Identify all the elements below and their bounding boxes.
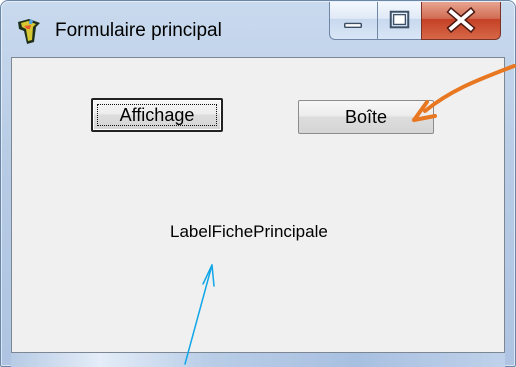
minimize-icon [344,22,363,29]
screenshot-stage: Formulaire principal Affichage Boîte Lab… [0,0,516,367]
window-controls [329,2,501,40]
close-icon [446,6,476,34]
close-button[interactable] [421,2,501,40]
label-fiche-principale: LabelFichePrincipale [170,222,328,241]
maximize-icon [389,10,410,29]
application-icon-graphic [18,19,40,44]
affichage-button[interactable]: Affichage [91,98,223,132]
form-client-area: Affichage Boîte LabelFichePrincipale [11,57,505,353]
window-title: Formulaire principal [55,20,222,41]
application-icon [15,17,43,45]
affichage-button-label: Affichage [119,105,195,125]
window-bottom-edge [11,353,505,367]
boite-button-label: Boîte [344,107,388,127]
maximize-button[interactable] [377,2,421,40]
boite-button[interactable]: Boîte [298,100,434,134]
minimize-button[interactable] [329,2,377,40]
main-form-window: Formulaire principal Affichage Boîte Lab… [0,0,516,367]
title-bar[interactable]: Formulaire principal [1,1,515,53]
